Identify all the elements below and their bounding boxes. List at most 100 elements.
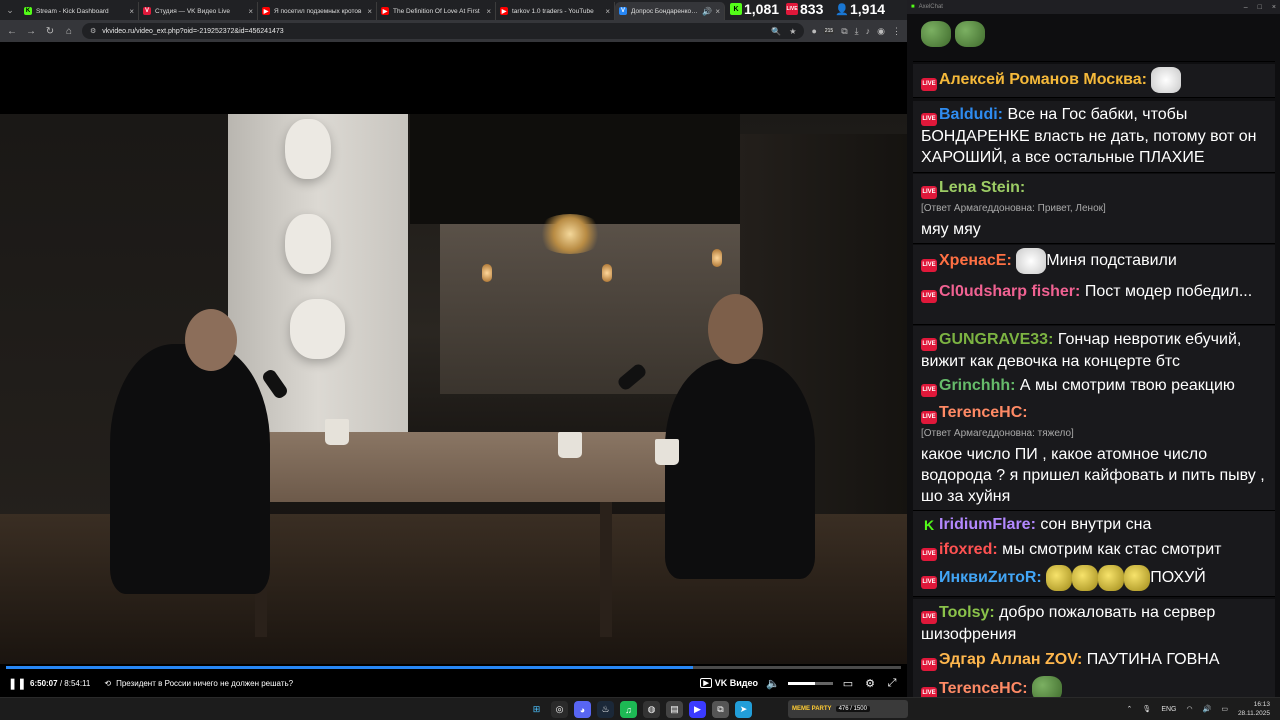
yellow-emote-icon xyxy=(1072,565,1099,591)
chat-text: мяу мяу xyxy=(921,221,981,238)
chat-messages[interactable]: LIVE Алексей Романов Москва: LIVE Baldudi:… xyxy=(913,14,1280,697)
tab-search-icon[interactable]: ⌄ xyxy=(0,0,20,20)
close-icon[interactable]: × xyxy=(367,7,372,16)
chat-nickname[interactable]: TerenceHC: xyxy=(939,404,1028,421)
bookmark-star-icon[interactable]: ★ xyxy=(789,27,796,36)
chat-nickname[interactable]: TerenceHC: xyxy=(939,680,1028,697)
chat-nickname[interactable]: Baldudi: xyxy=(939,106,1003,123)
terminal-icon[interactable]: ▤ xyxy=(666,701,683,718)
video-player[interactable]: ❚❚ 6:50:07 / 8:54:11 ⟲ Президент в Росси… xyxy=(0,42,907,697)
profile-icon[interactable]: ◉ xyxy=(877,26,885,37)
tray-chevron-icon[interactable]: ⌃ xyxy=(1127,705,1133,713)
reload-icon[interactable]: ↻ xyxy=(44,26,56,37)
chat-message: LIVE Алексей Романов Москва: xyxy=(913,64,1275,98)
tab-youtube-2[interactable]: ▶ The Definition Of Love At First × xyxy=(377,2,496,20)
close-icon[interactable]: × xyxy=(486,7,491,16)
download-icon[interactable]: ⤓ xyxy=(855,26,859,37)
mic-icon[interactable]: 🎙 xyxy=(1142,705,1151,713)
chat-message: LIVE Эдгар Аллан ZOV: ПАУТИНА ГОВНА xyxy=(913,646,1275,675)
close-icon[interactable]: × xyxy=(248,7,253,16)
telegram-icon[interactable]: ➤ xyxy=(735,701,752,718)
windows-start-icon[interactable]: ⊞ xyxy=(528,701,545,718)
system-tray: ⌃ 🎙 ENG ◠ 🔊 ▭ 16:13 28.11.2025 xyxy=(1127,700,1270,718)
chat-nickname[interactable]: ИнквиZитоR: xyxy=(939,569,1042,586)
discord-icon[interactable]: ◕ xyxy=(574,701,591,718)
extension-icon[interactable]: ● xyxy=(811,26,816,36)
media-control-icon[interactable]: ♪ xyxy=(866,26,871,36)
chat-nickname[interactable]: GUNGRAVE33: xyxy=(939,331,1053,348)
chat-reply-quote: [Ответ Армагеддоновна: тяжело] xyxy=(921,428,1074,439)
tab-youtube-1[interactable]: ▶ Я посетил подземных кротов × xyxy=(258,2,377,20)
obs-icon[interactable]: ◍ xyxy=(643,701,660,718)
steam-icon[interactable]: ♨ xyxy=(597,701,614,718)
media-player-icon[interactable]: ▶ xyxy=(689,701,706,718)
battery-icon[interactable]: ▭ xyxy=(1221,705,1228,713)
cat-emote-icon xyxy=(1016,248,1047,274)
chat-nickname[interactable]: ХренасЕ: xyxy=(939,252,1012,269)
scene-cup xyxy=(558,432,582,458)
chat-message: LIVE ХренасЕ: Миня подставили xyxy=(913,245,1275,279)
cat-emote-icon xyxy=(1151,67,1182,93)
chat-nickname[interactable]: ifoxred: xyxy=(939,541,998,558)
spotify-icon[interactable]: ♫ xyxy=(620,701,637,718)
tab-vk-video[interactable]: V Допрос Бондаренко: нарс 🔊 × xyxy=(615,2,725,20)
speaker-icon[interactable]: 🔊 xyxy=(1203,705,1212,713)
chat-nickname[interactable]: Lena Stein: xyxy=(939,179,1025,196)
seek-bar[interactable] xyxy=(6,666,901,669)
clock[interactable]: 16:13 28.11.2025 xyxy=(1238,700,1270,718)
volume-icon[interactable]: 🔈 xyxy=(766,677,780,690)
audio-icon[interactable]: 🔊 xyxy=(702,7,712,16)
site-info-icon[interactable]: ⚙ xyxy=(90,27,96,35)
lang-indicator[interactable]: ENG xyxy=(1161,706,1176,713)
maximize-icon[interactable]: □ xyxy=(1258,4,1262,11)
vk-viewer-counter: LIVE 833 xyxy=(786,0,823,18)
subtitles-icon[interactable]: ▭ xyxy=(841,677,855,690)
tab-vk-studio[interactable]: V Студия — VK Видео Live × xyxy=(139,2,258,20)
vk-live-icon: LIVE xyxy=(921,290,937,303)
fullscreen-icon[interactable]: ⤢ xyxy=(885,677,899,690)
close-icon[interactable]: × xyxy=(1272,4,1276,11)
forward-icon[interactable]: → xyxy=(25,26,37,37)
player-controls: ❚❚ 6:50:07 / 8:54:11 ⟲ Президент в Росси… xyxy=(0,671,907,695)
tab-youtube-3[interactable]: ▶ tarkov 1.0 traders - YouTube × xyxy=(496,2,615,20)
chapter-button[interactable]: ⟲ Президент в России ничего не должен ре… xyxy=(104,679,293,688)
kick-icon: K xyxy=(24,7,32,15)
url-field[interactable]: ⚙ vkvideo.ru/video_ext.php?oid=-21925237… xyxy=(82,23,805,39)
minimize-icon[interactable]: – xyxy=(1244,4,1248,11)
chat-nickname[interactable]: Grinchhh: xyxy=(939,377,1015,394)
chrome-icon[interactable]: ◎ xyxy=(551,701,568,718)
chat-nickname[interactable]: Эдгар Аллан ZOV: xyxy=(939,651,1082,668)
home-icon[interactable]: ⌂ xyxy=(63,26,75,37)
time-display: 6:50:07 / 8:54:11 xyxy=(30,679,90,688)
chat-message: LIVE Cl0udsharp fisher: Пост модер победи… xyxy=(913,278,1275,325)
meme-party-label: MEME PARTY xyxy=(792,706,832,712)
wifi-icon[interactable]: ◠ xyxy=(1186,705,1192,713)
close-icon[interactable]: × xyxy=(715,7,720,16)
close-icon[interactable]: × xyxy=(605,7,610,16)
chat-nickname[interactable]: Алексей Романов Москва: xyxy=(939,71,1147,88)
chat-emote-row xyxy=(913,18,1275,62)
vk-live-icon: LIVE xyxy=(921,411,937,424)
chat-nickname[interactable]: IridiumFlare: xyxy=(939,516,1036,533)
chat-message: LIVE ИнквиZитоR: ПОХУЙ xyxy=(913,562,1275,597)
tab-kick-dashboard[interactable]: K Stream - Kick Dashboard × xyxy=(20,2,139,20)
tab-title: Допрос Бондаренко: нарс xyxy=(631,7,699,15)
menu-kebab-icon[interactable]: ⋮ xyxy=(892,26,901,37)
extensions-puzzle-icon[interactable]: ⧉ xyxy=(841,26,847,37)
app-icon[interactable]: ⧉ xyxy=(712,701,729,718)
close-icon[interactable]: × xyxy=(129,7,134,16)
zoom-icon[interactable]: 🔍 xyxy=(771,27,781,36)
meme-party-widget[interactable]: MEME PARTY 476 / 1500 xyxy=(788,700,908,718)
total-viewer-counter: 👤 1,914 xyxy=(835,0,885,18)
chat-nickname[interactable]: Toolsy: xyxy=(939,604,995,621)
scene-lamp xyxy=(712,249,722,267)
vk-live-icon: LIVE xyxy=(921,658,937,671)
vk-viewers: 833 xyxy=(800,1,824,17)
back-icon[interactable]: ← xyxy=(6,26,18,37)
settings-gear-icon[interactable]: ⚙ xyxy=(863,677,877,690)
vk-video-logo[interactable]: ▶ VK Видео xyxy=(700,678,758,688)
chat-nickname[interactable]: Cl0udsharp fisher: xyxy=(939,283,1080,300)
pause-icon[interactable]: ❚❚ xyxy=(8,677,26,690)
yellow-emote-icon xyxy=(1098,565,1125,591)
volume-slider[interactable] xyxy=(788,681,833,685)
